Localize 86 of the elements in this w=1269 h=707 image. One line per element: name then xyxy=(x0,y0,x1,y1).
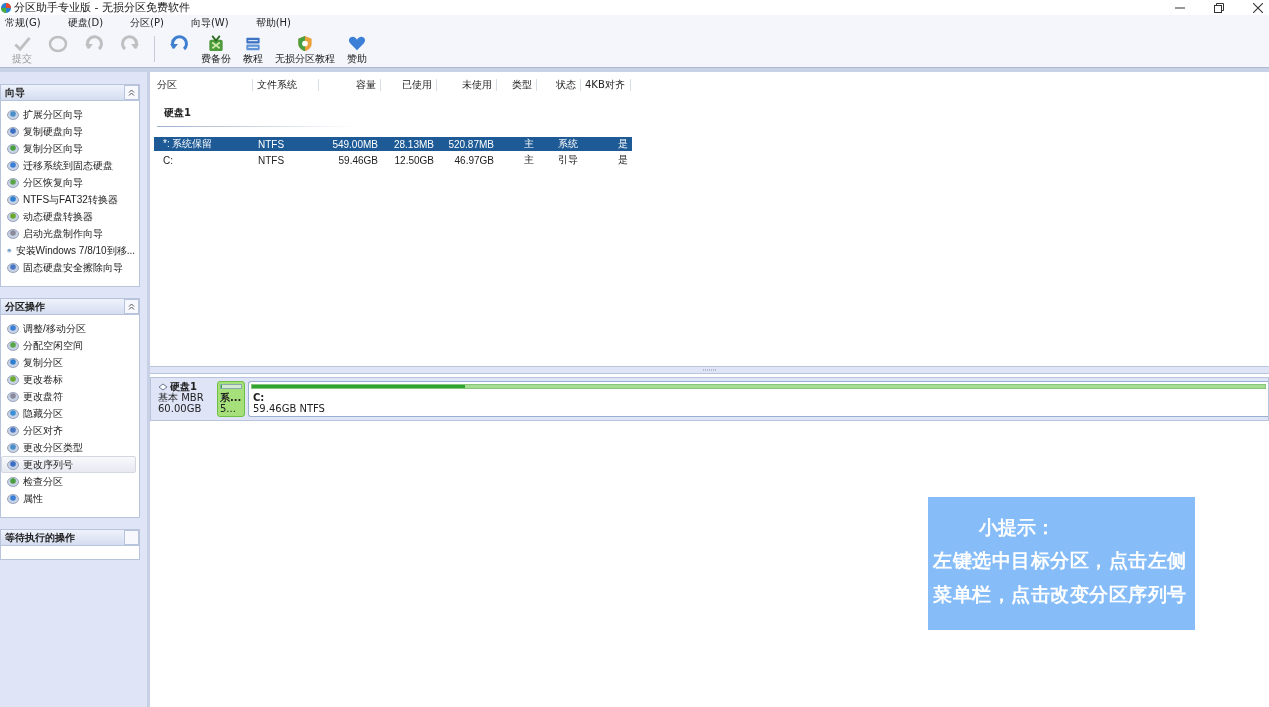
shield-icon xyxy=(295,34,315,53)
column-header[interactable]: 状态 xyxy=(537,79,581,91)
sidebar-item[interactable]: 更改卷标 xyxy=(1,371,136,388)
collapse-button[interactable] xyxy=(124,299,139,314)
partition-label: C: xyxy=(252,392,266,403)
tip-text: 菜单栏，点击改变分区序列号 xyxy=(933,582,1188,607)
column-header[interactable]: 4KB对齐 xyxy=(581,79,631,91)
partition-block[interactable]: C: 59.46GB NTFS xyxy=(248,381,1268,417)
disk-card[interactable]: 硬盘1 基本 MBR 60.00GB xyxy=(154,381,214,417)
menu-item[interactable]: 常规(G) xyxy=(5,16,41,30)
table-cell-text: 12.50GB xyxy=(393,154,435,166)
sidebar-item[interactable]: 复制硬盘向导 xyxy=(1,123,136,140)
table-cell-text: *: 系统保留 xyxy=(162,137,214,151)
toolbar-button[interactable]: 费备份 xyxy=(197,34,235,65)
chevron-up-icon xyxy=(128,303,135,310)
app-icon xyxy=(1,2,11,13)
table-cell-text: 引导 xyxy=(557,153,579,167)
disk-size: 60.00GB xyxy=(158,403,203,414)
sidebar-item[interactable]: NTFS与FAT32转换器 xyxy=(1,191,136,208)
disk-label: 硬盘1 xyxy=(163,106,192,120)
column-header[interactable]: 分区 xyxy=(153,79,253,91)
sidebar-item[interactable]: 调整/移动分区 xyxy=(1,320,136,337)
sidebar-item[interactable]: 更改分区类型 xyxy=(1,439,136,456)
table-row[interactable]: *: 系统保留 NTFS 549.00MB 28.13MB 520.87MB 主 系统 是 xyxy=(154,137,632,151)
sidebar-item[interactable]: 检查分区 xyxy=(1,473,136,490)
table-cell-text: 主 xyxy=(523,137,535,151)
menu-item[interactable]: 硬盘(D) xyxy=(67,16,104,30)
column-header[interactable]: 已使用 xyxy=(381,79,437,91)
sidebar-item[interactable]: 安装Windows 7/8/10到移... xyxy=(1,242,136,259)
partition-block[interactable]: 系... 5... xyxy=(217,381,245,417)
column-header[interactable]: 类型 xyxy=(497,79,537,91)
table-cell-text: 59.46GB xyxy=(337,154,379,166)
disk-type: 基本 MBR xyxy=(158,392,205,403)
sidebar-item[interactable]: 属性 xyxy=(1,490,136,507)
sidebar-item[interactable]: 复制分区 xyxy=(1,354,136,371)
table-cell-text: 是 xyxy=(617,153,629,167)
collapse-button[interactable] xyxy=(124,530,139,545)
check-icon xyxy=(12,34,32,53)
toolbar-button[interactable]: 赞助 xyxy=(339,34,375,65)
menu-item[interactable]: 分区(P) xyxy=(130,16,164,30)
table-cell-text: 46.97GB xyxy=(453,154,495,166)
column-header[interactable]: 未使用 xyxy=(437,79,497,91)
table-row[interactable]: C: NTFS 59.46GB 12.50GB 46.97GB 主 引导 是 xyxy=(154,153,632,167)
menu-item[interactable]: 向导(W) xyxy=(190,16,229,30)
column-header[interactable]: 文件系统 xyxy=(253,79,319,91)
collapse-button[interactable] xyxy=(124,85,139,100)
sidebar-item[interactable]: 更改盘符 xyxy=(1,388,136,405)
sidebar-item[interactable]: 扩展分区向导 xyxy=(1,106,136,123)
sidebar-item[interactable]: 隐藏分区 xyxy=(1,405,136,422)
restore-icon[interactable] xyxy=(1214,2,1224,13)
table-cell-text: 是 xyxy=(617,137,629,151)
section-title: 分区操作 xyxy=(5,299,45,314)
table-cell-text: NTFS xyxy=(257,154,286,166)
disk-name: 硬盘1 xyxy=(170,381,197,392)
section-title: 等待执行的操作 xyxy=(5,530,75,545)
table-cell-text: NTFS xyxy=(257,138,286,150)
section-title: 向导 xyxy=(5,85,25,100)
close-icon[interactable] xyxy=(1253,2,1263,13)
sidebar-item[interactable]: 固态硬盘安全擦除向导 xyxy=(1,259,136,276)
table-cell-text: 549.00MB xyxy=(331,138,379,150)
sidebar-item[interactable]: 分配空闲空间 xyxy=(1,337,136,354)
sidebar-item[interactable]: 分区对齐 xyxy=(1,422,136,439)
table-cell-text: 28.13MB xyxy=(392,138,435,150)
sidebar-item[interactable]: 启动光盘制作向导 xyxy=(1,225,136,242)
sidebar-item[interactable]: 分区恢复向导 xyxy=(1,174,136,191)
tip-title: 小提示： xyxy=(978,515,1056,539)
window-title: 分区助手专业版 - 无损分区免费软件 xyxy=(14,0,190,15)
heart-icon xyxy=(347,34,367,53)
sidebar-item[interactable]: 迁移系统到固态硬盘 xyxy=(1,157,136,174)
toolbar-button[interactable]: 无损分区教程 xyxy=(271,34,339,65)
sidebar-item[interactable]: 更改序列号 xyxy=(1,456,136,473)
table-cell-text: 系统 xyxy=(557,137,579,151)
tip-text: 左键选中目标分区，点击左侧 xyxy=(933,548,1188,573)
table-cell-text: 主 xyxy=(523,153,535,167)
backup-icon xyxy=(206,34,226,53)
menu-item[interactable]: 帮助(H) xyxy=(255,16,291,30)
sidebar-item[interactable]: 复制分区向导 xyxy=(1,140,136,157)
partition-detail: 59.46GB NTFS xyxy=(252,403,326,414)
sidebar-item[interactable]: 动态硬盘转换器 xyxy=(1,208,136,225)
partition-label: 系... xyxy=(220,392,242,403)
table-cell-text: C: xyxy=(162,154,174,166)
table-cell-text: 520.87MB xyxy=(447,138,495,150)
toolbar-button[interactable]: 教程 xyxy=(235,34,271,65)
chevron-up-icon xyxy=(128,89,135,96)
column-header[interactable]: 容量 xyxy=(319,79,381,91)
partition-detail: 5... xyxy=(220,403,237,414)
